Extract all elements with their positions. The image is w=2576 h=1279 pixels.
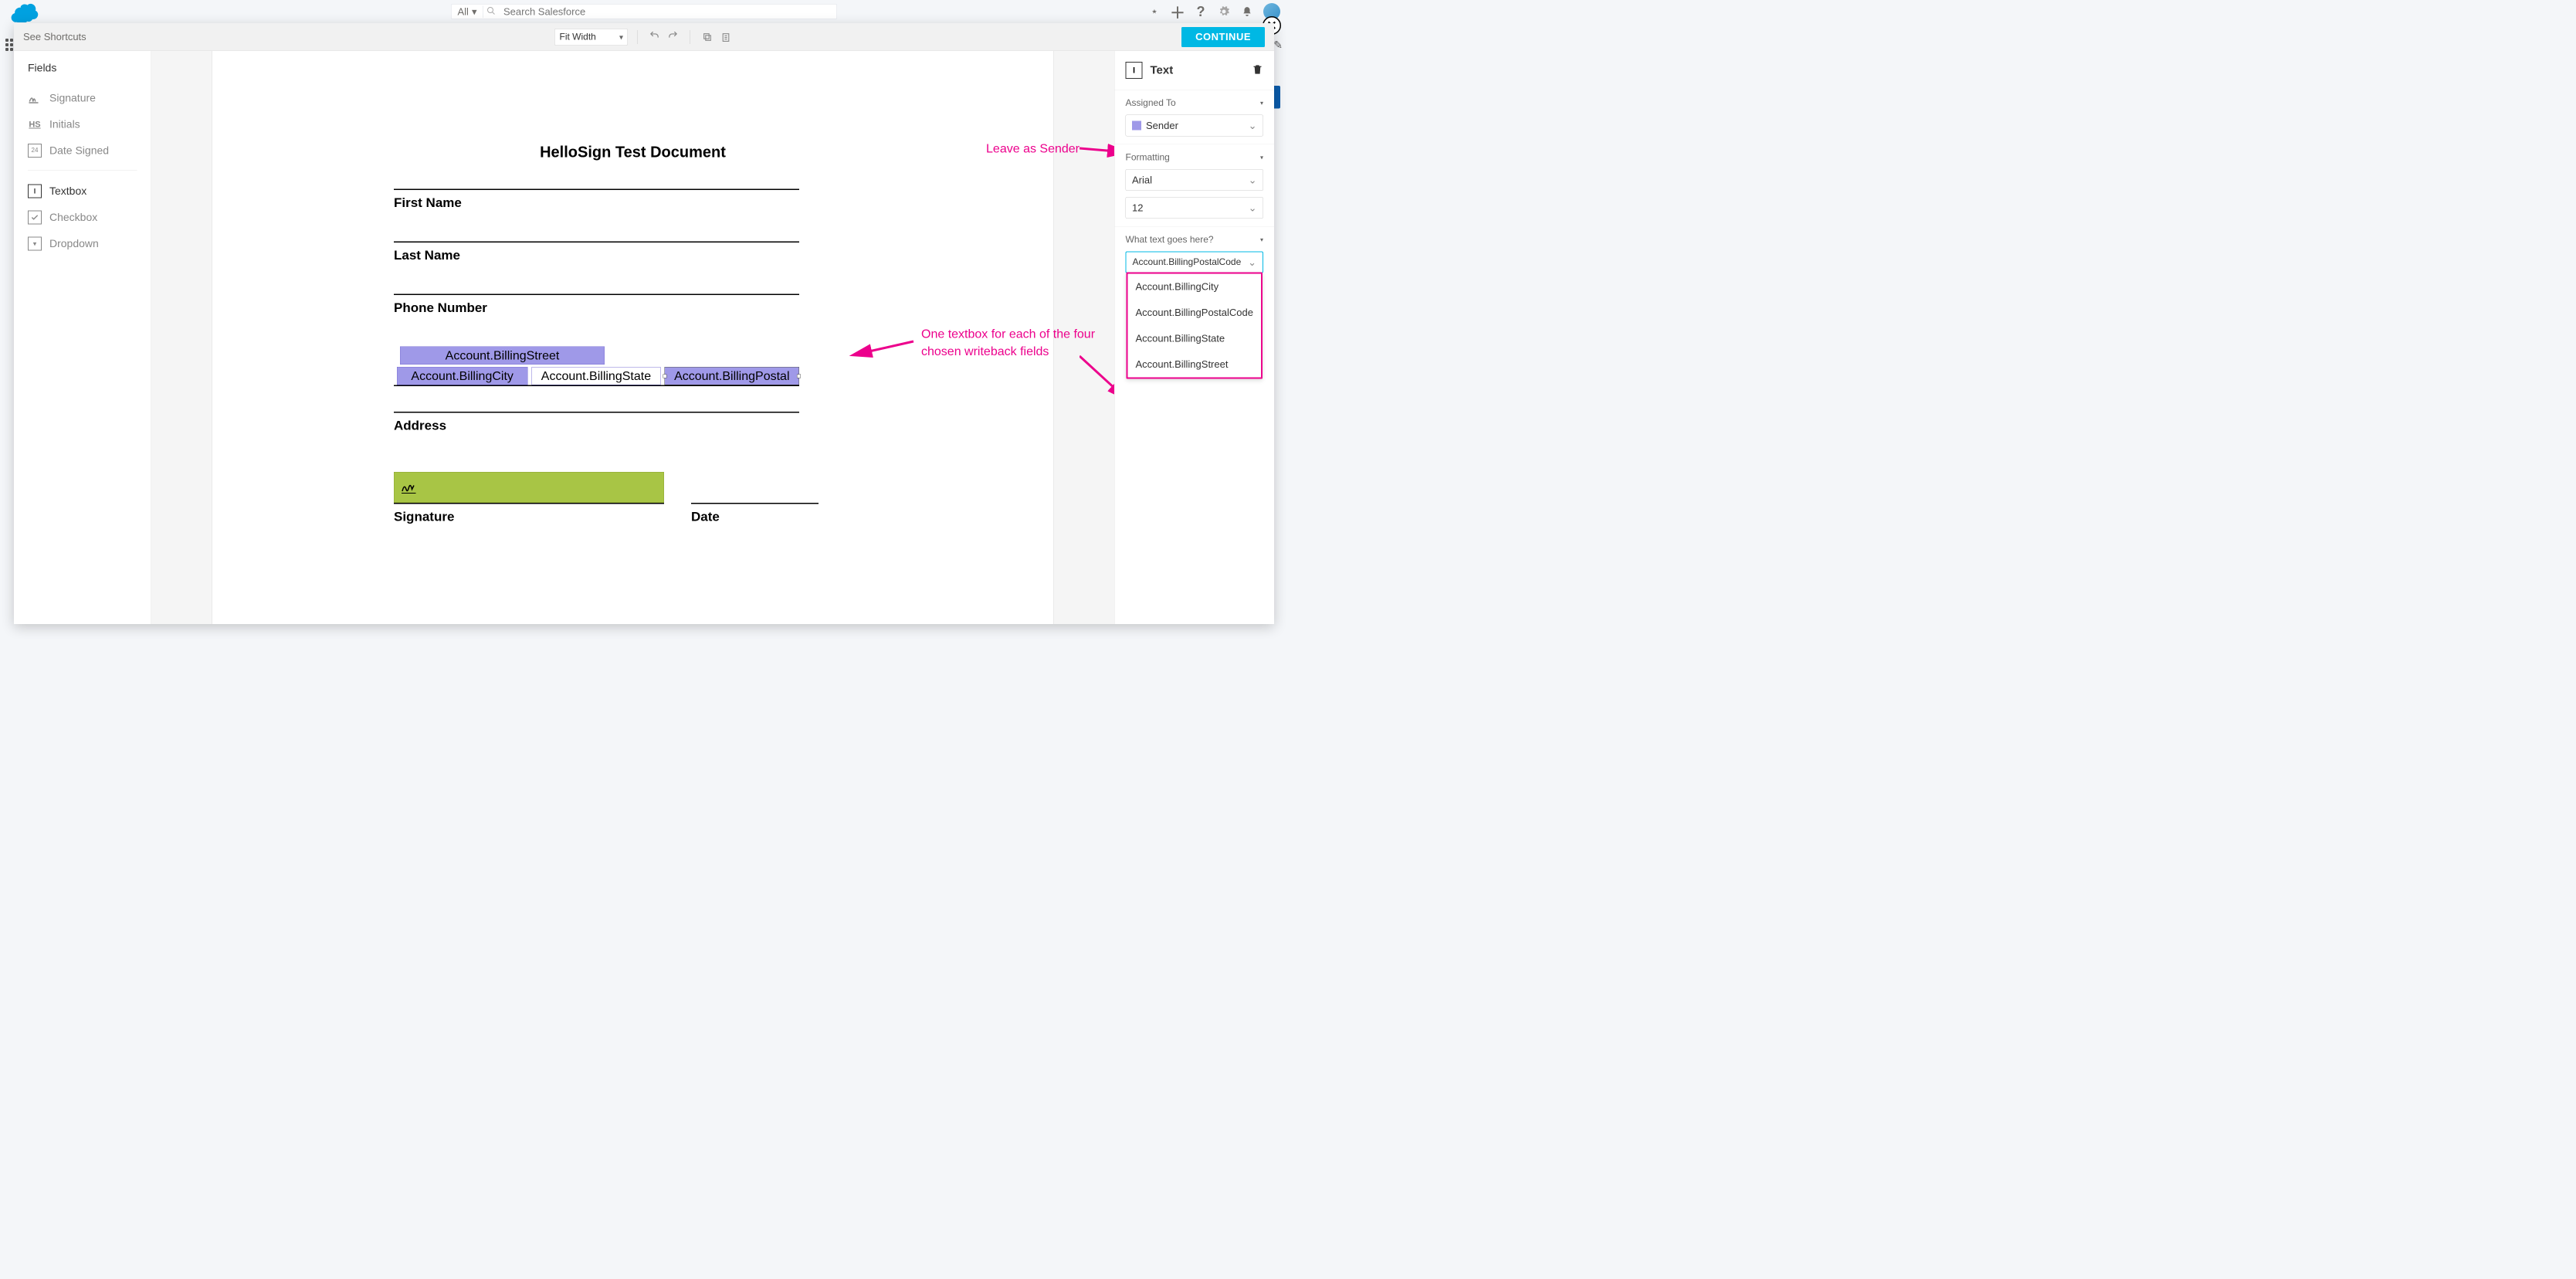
- field-initials[interactable]: HS Initials: [22, 111, 144, 137]
- dropdown-icon: ▾: [28, 237, 42, 251]
- search-input[interactable]: [499, 5, 837, 18]
- dropdown-option[interactable]: Account.BillingState: [1128, 326, 1262, 352]
- assigned-to-select[interactable]: Sender ⌄: [1126, 115, 1264, 137]
- role-color-swatch: [1132, 121, 1141, 131]
- field-date-signed[interactable]: 24 Date Signed: [22, 137, 144, 164]
- global-search[interactable]: All ▾: [451, 4, 837, 19]
- arrow-icon: [848, 338, 917, 361]
- copy-icon[interactable]: [700, 29, 715, 45]
- what-text-dropdown-list: Account.BillingCity Account.BillingPosta…: [1127, 273, 1263, 379]
- notifications-bell-icon[interactable]: [1240, 5, 1254, 19]
- see-shortcuts-link[interactable]: See Shortcuts: [23, 31, 86, 43]
- editor-modal: ✕ See Shortcuts Fit Width C: [14, 23, 1274, 624]
- text-icon: I: [1126, 62, 1143, 79]
- font-value: Arial: [1132, 174, 1152, 186]
- field-label: Signature: [49, 92, 96, 104]
- textbox-field-city[interactable]: Account.BillingCity: [397, 367, 527, 385]
- label-last-name: Last Name: [394, 248, 872, 263]
- initials-icon: HS: [28, 117, 42, 131]
- chevron-down-icon: ⌄: [1249, 174, 1257, 186]
- font-select[interactable]: Arial ⌄: [1126, 169, 1264, 191]
- field-checkbox[interactable]: Checkbox: [22, 205, 144, 231]
- label-first-name: First Name: [394, 195, 872, 211]
- field-label: Dropdown: [49, 238, 99, 250]
- textbox-field-postal[interactable]: Account.BillingPostal: [665, 367, 799, 385]
- font-size-select[interactable]: 12 ⌄: [1126, 197, 1264, 219]
- continue-button[interactable]: CONTINUE: [1181, 27, 1265, 47]
- chevron-down-icon: ⌄: [1249, 202, 1257, 214]
- field-signature[interactable]: Signature: [22, 85, 144, 111]
- what-text-label: What text goes here?: [1126, 235, 1214, 246]
- arrow-icon: [1080, 352, 1114, 406]
- undo-icon[interactable]: [647, 29, 663, 45]
- what-text-select[interactable]: Account.BillingPostalCode ⌄ Account.Bill…: [1126, 252, 1264, 273]
- chevron-down-icon[interactable]: ▾: [1260, 236, 1263, 244]
- assigned-to-value: Sender: [1146, 120, 1178, 132]
- panel-title: Text: [1151, 64, 1174, 77]
- fields-sidebar: Fields Signature HS Initials 24 Date Sig…: [14, 51, 151, 624]
- arrow-icon: [1080, 141, 1114, 160]
- assigned-to-label: Assigned To: [1126, 98, 1176, 109]
- sidebar-divider: [28, 170, 137, 171]
- zoom-select[interactable]: Fit Width: [554, 29, 628, 46]
- salesforce-header: All ▾ ★ ＋ ?: [0, 0, 1288, 23]
- document-canvas[interactable]: HelloSign Test Document First Name Last …: [151, 51, 1114, 624]
- label-phone: Phone Number: [394, 300, 872, 316]
- field-textbox[interactable]: I Textbox: [22, 178, 144, 205]
- properties-panel: I Text Assigned To ▾ Sender ⌄: [1114, 51, 1274, 624]
- label-address: Address: [394, 419, 872, 434]
- signature-icon: [28, 91, 42, 105]
- setup-gear-icon[interactable]: [1217, 5, 1231, 19]
- dropdown-option[interactable]: Account.BillingStreet: [1128, 351, 1262, 378]
- textbox-icon: I: [28, 185, 42, 198]
- annotation-leave-as-sender: Leave as Sender: [986, 140, 1080, 157]
- dropdown-option[interactable]: Account.BillingPostalCode: [1128, 300, 1262, 326]
- label-date: Date: [691, 510, 819, 525]
- search-scope-dropdown[interactable]: All ▾: [452, 5, 483, 18]
- textbox-field-street[interactable]: Account.BillingStreet: [400, 347, 605, 365]
- chevron-down-icon: ⌄: [1249, 120, 1257, 132]
- chevron-down-icon: ▾: [472, 5, 477, 18]
- label-signature: Signature: [394, 510, 664, 525]
- header-utility-icons: ★ ＋ ?: [1147, 3, 1280, 20]
- help-icon[interactable]: ?: [1194, 5, 1208, 19]
- delete-icon[interactable]: [1252, 63, 1263, 78]
- chevron-down-icon[interactable]: ▾: [1260, 100, 1263, 107]
- formatting-label: Formatting: [1126, 152, 1170, 163]
- annotation-writeback: One textbox for each of the four chosen …: [921, 325, 1099, 360]
- paste-icon[interactable]: [718, 29, 734, 45]
- add-icon[interactable]: ＋: [1171, 5, 1185, 19]
- field-label: Textbox: [49, 185, 86, 198]
- salesforce-logo-icon: [8, 1, 39, 22]
- editor-toolbar: See Shortcuts Fit Width CONTINUE: [14, 23, 1274, 51]
- checkbox-icon: [28, 211, 42, 225]
- signature-field[interactable]: [394, 472, 664, 503]
- field-label: Initials: [49, 118, 80, 131]
- calendar-icon: 24: [28, 144, 42, 158]
- field-dropdown[interactable]: ▾ Dropdown: [22, 231, 144, 257]
- chevron-down-icon: ⌄: [1248, 256, 1256, 269]
- font-size-value: 12: [1132, 202, 1143, 214]
- sidebar-title: Fields: [22, 62, 144, 74]
- signature-script-icon: [401, 480, 420, 495]
- field-label: Checkbox: [49, 212, 97, 224]
- document-title: HelloSign Test Document: [394, 144, 872, 161]
- search-icon: [483, 6, 499, 18]
- dropdown-option[interactable]: Account.BillingCity: [1128, 274, 1262, 300]
- search-scope-label: All: [458, 5, 469, 18]
- redo-icon[interactable]: [666, 29, 681, 45]
- field-label: Date Signed: [49, 144, 109, 157]
- textbox-field-state[interactable]: Account.BillingState: [531, 367, 660, 385]
- what-text-value: Account.BillingPostalCode: [1133, 257, 1242, 268]
- edit-pencil-icon[interactable]: ✎: [1273, 39, 1283, 52]
- chevron-down-icon[interactable]: ▾: [1260, 154, 1263, 161]
- favorites-icon[interactable]: ★: [1147, 5, 1161, 19]
